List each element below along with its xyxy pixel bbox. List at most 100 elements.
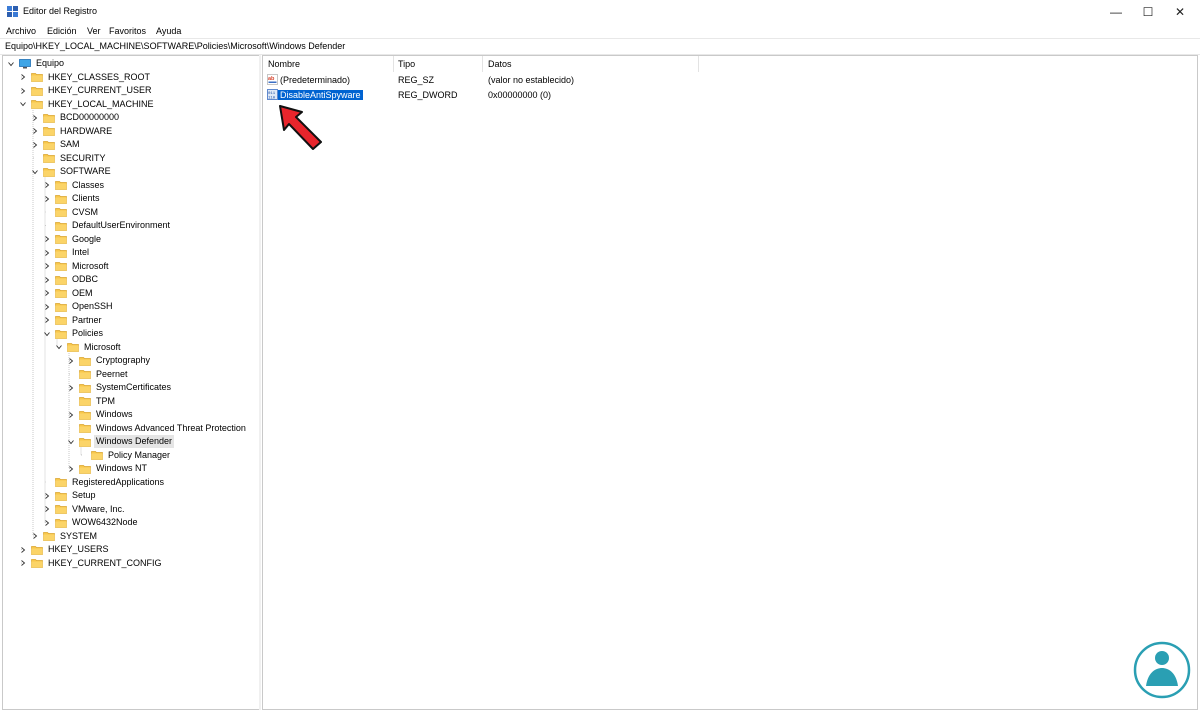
tree-node[interactable]: Policies [43, 327, 105, 340]
tree-node[interactable]: SYSTEM [31, 530, 99, 543]
chevron-right-icon[interactable] [19, 72, 27, 82]
tree-node[interactable]: HKEY_CURRENT_CONFIG [19, 557, 164, 570]
tree-node-label: HKEY_CURRENT_USER [48, 85, 152, 95]
chevron-right-icon[interactable] [43, 302, 51, 312]
tree-root-equipo[interactable]: Equipo [7, 57, 66, 70]
registry-editor-icon [7, 6, 18, 17]
pane-splitter[interactable] [259, 55, 261, 710]
chevron-right-icon[interactable] [67, 356, 75, 366]
watermark-logo-icon [1133, 641, 1191, 699]
tree-node[interactable]: VMware, Inc. [43, 503, 127, 516]
chevron-right-icon[interactable] [31, 531, 39, 541]
tree-node[interactable]: WOW6432Node [43, 516, 140, 529]
tree-node[interactable]: Windows Defender [67, 435, 175, 448]
tree-node[interactable]: CVSM [43, 206, 100, 219]
chevron-right-icon[interactable] [19, 545, 27, 555]
tree-node[interactable]: Partner [43, 314, 104, 327]
chevron-right-icon[interactable] [43, 180, 51, 190]
tree-node[interactable]: Microsoft [55, 341, 123, 354]
folder-icon [79, 464, 91, 474]
value-name-selected[interactable]: DisableAntiSpyware [278, 89, 363, 102]
tree-node[interactable]: HKEY_CLASSES_ROOT [19, 71, 152, 84]
chevron-right-icon[interactable] [43, 275, 51, 285]
chevron-right-icon[interactable] [43, 261, 51, 271]
chevron-down-icon[interactable] [19, 99, 27, 109]
menu-ayuda[interactable]: Ayuda [156, 26, 181, 36]
chevron-right-icon[interactable] [19, 558, 27, 568]
tree-node-label: WOW6432Node [72, 517, 138, 527]
tree-node[interactable]: Peernet [67, 368, 130, 381]
tree-node[interactable]: DefaultUserEnvironment [43, 219, 172, 232]
close-button[interactable]: ✕ [1162, 0, 1198, 24]
chevron-down-icon[interactable] [7, 59, 15, 69]
tree-node[interactable]: OpenSSH [43, 300, 115, 313]
tree-node[interactable]: BCD00000000 [31, 111, 121, 124]
tree-node[interactable]: RegisteredApplications [43, 476, 166, 489]
chevron-down-icon[interactable] [55, 342, 63, 352]
tree-node[interactable]: Classes [43, 179, 106, 192]
maximize-button[interactable]: ☐ [1130, 0, 1166, 24]
chevron-right-icon[interactable] [19, 86, 27, 96]
chevron-down-icon[interactable] [31, 167, 39, 177]
tree-node[interactable]: Windows Advanced Threat Protection [67, 422, 248, 435]
tree-node[interactable]: HARDWARE [31, 125, 114, 138]
column-header-nombre[interactable]: Nombre [268, 56, 300, 72]
tree-node[interactable]: Cryptography [67, 354, 152, 367]
chevron-right-icon[interactable] [43, 234, 51, 244]
tree-node[interactable]: Setup [43, 489, 98, 502]
chevron-right-icon[interactable] [43, 288, 51, 298]
menu-edicion[interactable]: Edición [47, 26, 77, 36]
chevron-right-icon[interactable] [67, 410, 75, 420]
folder-icon [55, 518, 67, 528]
chevron-right-icon[interactable] [43, 248, 51, 258]
tree-node[interactable]: Policy Manager [79, 449, 172, 462]
tree-node[interactable]: Google [43, 233, 103, 246]
tree-node[interactable]: SAM [31, 138, 82, 151]
column-separator[interactable] [393, 56, 394, 72]
chevron-right-icon[interactable] [43, 194, 51, 204]
chevron-right-icon[interactable] [43, 491, 51, 501]
chevron-down-icon[interactable] [43, 329, 51, 339]
menu-ver[interactable]: Ver [87, 26, 101, 36]
chevron-right-icon[interactable] [67, 383, 75, 393]
tree-node-label: TPM [96, 395, 115, 406]
values-list-pane[interactable]: Nombre Tipo Datos ab (Predeterminado) RE… [262, 55, 1198, 710]
tree-node[interactable]: ODBC [43, 273, 100, 286]
tree-node[interactable]: Microsoft [43, 260, 111, 273]
column-separator[interactable] [482, 56, 483, 72]
key-tree-pane[interactable]: Equipo HKEY_CLASSES_ROOT HKEY_CURRENT_USE… [2, 55, 260, 710]
tree-node[interactable]: Windows [67, 408, 135, 421]
column-header-datos[interactable]: Datos [488, 56, 512, 72]
tree-node[interactable]: SOFTWARE [31, 165, 113, 178]
tree-node[interactable]: TPM [67, 395, 117, 408]
tree-node[interactable]: Intel [43, 246, 91, 259]
folder-icon [31, 545, 43, 555]
chevron-right-icon[interactable] [31, 140, 39, 150]
chevron-right-icon[interactable] [67, 464, 75, 474]
minimize-button[interactable]: — [1098, 0, 1134, 24]
address-path[interactable]: Equipo\HKEY_LOCAL_MACHINE\SOFTWARE\Polic… [5, 41, 345, 51]
tree-node[interactable]: HKEY_USERS [19, 543, 111, 556]
column-separator[interactable] [698, 56, 699, 72]
chevron-right-icon[interactable] [43, 315, 51, 325]
tree-node[interactable]: SystemCertificates [67, 381, 173, 394]
value-name[interactable]: (Predeterminado) [280, 74, 350, 87]
tree-node[interactable]: HKEY_CURRENT_USER [19, 84, 154, 97]
chevron-right-icon[interactable] [31, 126, 39, 136]
tree-node[interactable]: OEM [43, 287, 95, 300]
tree-node-label: OEM [72, 287, 93, 298]
chevron-right-icon[interactable] [43, 518, 51, 528]
column-header-tipo[interactable]: Tipo [398, 56, 415, 72]
chevron-right-icon[interactable] [31, 113, 39, 123]
tree-node[interactable]: Windows NT [67, 462, 149, 475]
chevron-right-icon[interactable] [43, 504, 51, 514]
address-bar[interactable]: Equipo\HKEY_LOCAL_MACHINE\SOFTWARE\Polic… [0, 38, 1200, 55]
tree-node[interactable]: SECURITY [31, 152, 108, 165]
folder-icon [79, 437, 91, 447]
tree-node[interactable]: Clients [43, 192, 102, 205]
value-name[interactable]: DisableAntiSpyware [278, 90, 363, 100]
chevron-down-icon[interactable] [67, 437, 75, 447]
menu-archivo[interactable]: Archivo [6, 26, 36, 36]
tree-node[interactable]: HKEY_LOCAL_MACHINE [19, 98, 156, 111]
menu-favoritos[interactable]: Favoritos [109, 26, 146, 36]
